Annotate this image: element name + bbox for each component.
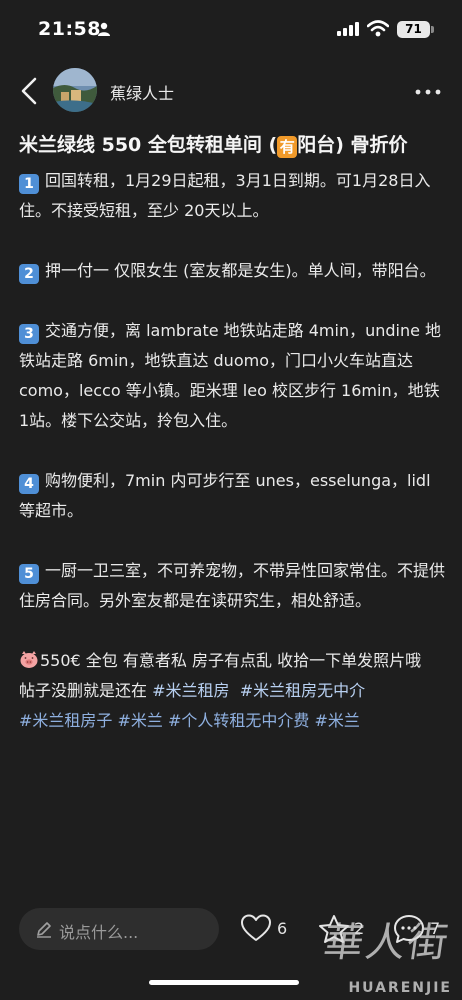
bottom-bar: 说点什么... 6 2 7 華人街 HUARENJIE	[0, 892, 462, 1000]
author-name[interactable]: 蕉绿人士	[110, 80, 174, 104]
paragraph-3: 3 交通方便，离 lambrate 地铁站走路 4min，undine 地铁站走路…	[19, 316, 447, 436]
wifi-icon	[367, 20, 389, 37]
hashtag-milan-rent-no-agency[interactable]: #米兰租房无中介	[240, 681, 365, 700]
status-time: 21:58	[38, 18, 101, 40]
heart-icon	[241, 914, 271, 941]
home-indicator[interactable]	[149, 980, 299, 985]
watermark: 華人街 HUARENJIE	[314, 910, 454, 996]
status-bar: 21:58 71	[0, 0, 462, 56]
paragraph-2-text: 押一付一 仅限女生 (室友都是女生)。单人间，带阳台。	[45, 261, 436, 280]
comment-placeholder: 说点什么...	[59, 923, 139, 942]
comment-input[interactable]: 说点什么...	[19, 908, 219, 950]
paragraph-5-text: 一厨一卫三室，不可养宠物，不带异性回家常住。不提供住房合同。另外室友都是在读研究…	[19, 561, 446, 610]
number-badge-5: 5	[19, 564, 39, 584]
nav-bar: 蕉绿人士	[0, 56, 462, 126]
like-button[interactable]: 6	[241, 914, 291, 944]
post-title-end: 阳台) 骨折价	[297, 134, 408, 156]
like-count: 6	[277, 919, 288, 938]
paragraph-3-text: 交通方便，离 lambrate 地铁站走路 4min，undine 地铁站走路 …	[19, 321, 442, 430]
number-badge-4: 4	[19, 474, 39, 494]
person-icon	[98, 22, 110, 36]
post-title-text: 米兰绿线 550 全包转租单间 (	[19, 134, 278, 156]
battery-icon: 71	[397, 21, 430, 38]
number-badge-3: 3	[19, 324, 39, 344]
paragraph-5: 5 一厨一卫三室，不可养宠物，不带异性回家常住。不提供住房合同。另外室友都是在读研…	[19, 556, 447, 616]
pen-icon	[37, 922, 51, 938]
watermark-en: HUARENJIE	[348, 980, 452, 996]
price-text: 550€ 全包 有意者私 房子有点乱 收拾一下单发照片哦	[40, 651, 422, 670]
pig-icon	[20, 651, 38, 668]
post-title: 米兰绿线 550 全包转租单间 (有阳台) 骨折价	[19, 128, 447, 162]
paragraph-4: 4 购物便利，7min 内可步行至 unes，esselunga，lidl 等超市…	[19, 466, 447, 526]
more-icon[interactable]	[414, 88, 442, 96]
number-badge-2: 2	[19, 264, 39, 284]
hashtag-milan-rent[interactable]: #米兰租房	[152, 681, 229, 700]
paragraph-2: 2 押一付一 仅限女生 (室友都是女生)。单人间，带阳台。	[19, 256, 447, 286]
watermark-cn: 華人街	[320, 920, 453, 966]
you-badge: 有	[277, 136, 298, 158]
battery-tip	[431, 26, 434, 33]
paragraph-4-text: 购物便利，7min 内可步行至 unes，esselunga，lidl 等超市。	[19, 471, 431, 520]
hashtag-line[interactable]: #米兰租房子 #米兰 #个人转租无中介费 #米兰	[19, 711, 360, 730]
paragraph-6: 550€ 全包 有意者私 房子有点乱 收拾一下单发照片哦 帖子没删就是还在 #米…	[19, 646, 447, 736]
signal-icon	[337, 22, 359, 36]
back-icon[interactable]	[18, 76, 42, 106]
number-badge-1: 1	[19, 174, 39, 194]
post-content: 米兰绿线 550 全包转租单间 (有阳台) 骨折价 1 回国转租，1月29日起租，…	[19, 128, 447, 736]
paragraph-1: 1 回国转租，1月29日起租，3月1日到期。可1月28日入住。不接受短租，至少 2…	[19, 166, 447, 226]
avatar[interactable]	[53, 68, 97, 112]
post-body: 1 回国转租，1月29日起租，3月1日到期。可1月28日入住。不接受短租，至少 2…	[19, 166, 447, 736]
still-available-text: 帖子没删就是还在	[19, 681, 153, 700]
paragraph-1-text: 回国转租，1月29日起租，3月1日到期。可1月28日入住。不接受短租，至少 20…	[19, 171, 431, 220]
